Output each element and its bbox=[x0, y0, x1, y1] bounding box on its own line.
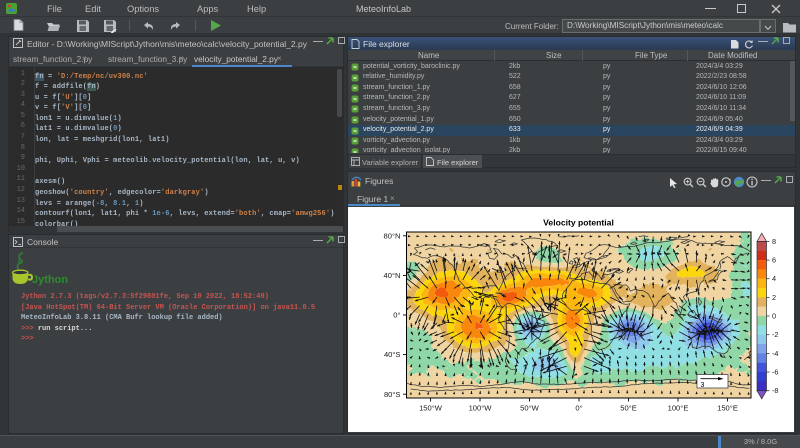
svg-text:50°E: 50°E bbox=[620, 404, 637, 413]
svg-text:0°: 0° bbox=[393, 311, 400, 320]
svg-text:Velocity potential: Velocity potential bbox=[543, 218, 614, 228]
svg-text:100°W: 100°W bbox=[469, 404, 493, 413]
svg-text:80°N: 80°N bbox=[384, 231, 401, 240]
svg-text:150°W: 150°W bbox=[419, 404, 443, 413]
svg-text:2: 2 bbox=[772, 293, 776, 302]
svg-text:0°: 0° bbox=[575, 404, 582, 413]
svg-text:Jython: Jython bbox=[32, 274, 68, 286]
svg-text:40°N: 40°N bbox=[384, 271, 401, 280]
svg-text:150°E: 150°E bbox=[717, 404, 738, 413]
svg-text:6: 6 bbox=[772, 256, 776, 265]
svg-text:50°W: 50°W bbox=[520, 404, 539, 413]
svg-text:0: 0 bbox=[772, 311, 776, 320]
svg-text:-8: -8 bbox=[772, 386, 779, 395]
svg-text:80°S: 80°S bbox=[384, 390, 401, 399]
svg-text:4: 4 bbox=[772, 274, 776, 283]
svg-text:-4: -4 bbox=[772, 349, 779, 358]
svg-text:3: 3 bbox=[701, 382, 705, 389]
svg-text:-6: -6 bbox=[772, 367, 779, 376]
svg-text:8: 8 bbox=[772, 237, 776, 246]
svg-text:40°S: 40°S bbox=[384, 350, 401, 359]
svg-text:100°E: 100°E bbox=[668, 404, 689, 413]
svg-text:-2: -2 bbox=[772, 330, 779, 339]
